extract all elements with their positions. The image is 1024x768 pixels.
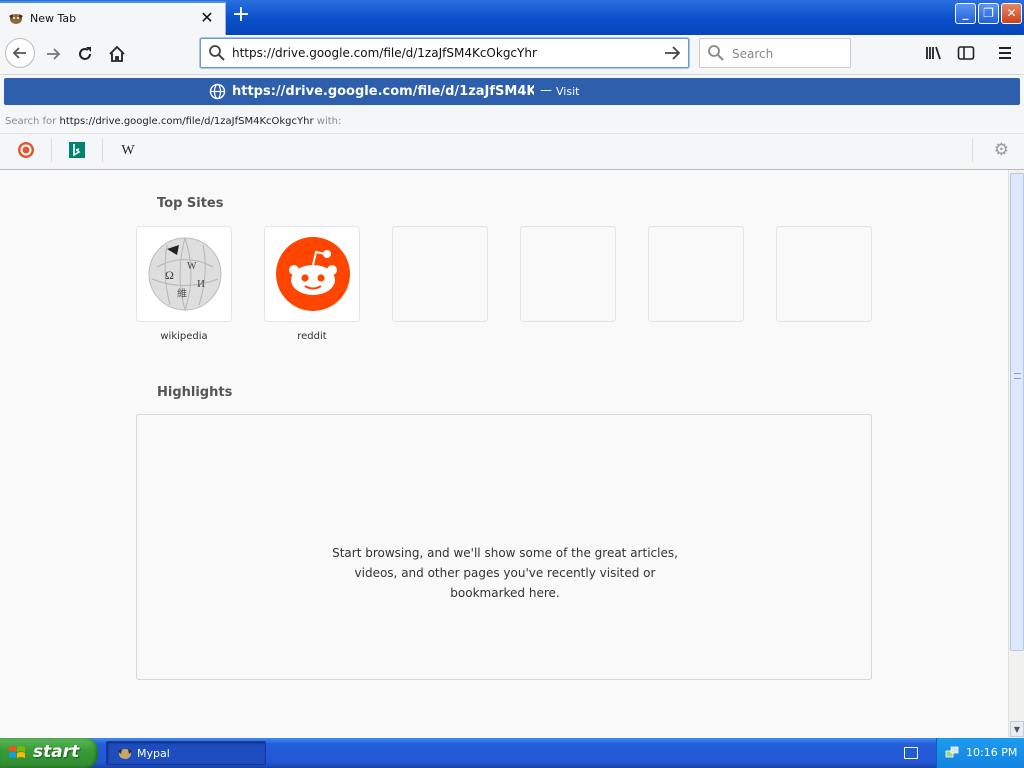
url-input-text[interactable]: https://drive.google.com/file/d/1zaJfSM4… <box>232 46 537 60</box>
home-button[interactable] <box>102 39 132 69</box>
navigation-toolbar: https://drive.google.com/file/d/1zaJfSM4… <box>0 35 1024 75</box>
url-autocomplete-popup: https://drive.google.com/file/d/1zaJfSM4… <box>0 75 1024 170</box>
taskbar-item-mypal[interactable]: Mypal <box>106 741 266 765</box>
taskbar-item-label: Mypal <box>137 747 170 760</box>
duckduckgo-icon[interactable] <box>15 141 37 161</box>
library-icon[interactable] <box>922 41 946 65</box>
mypal-icon <box>9 14 23 24</box>
taskbar: start Mypal 10:16 PM <box>0 738 1024 768</box>
search-bar[interactable]: Search <box>699 38 851 68</box>
tab-new-tab[interactable]: New Tab ✕ <box>0 1 226 35</box>
reddit-icon <box>276 237 350 311</box>
scroll-down-arrow-icon[interactable]: ▼ <box>1010 721 1024 737</box>
sidebar-icon[interactable] <box>954 41 978 65</box>
svg-text:W: W <box>187 261 197 272</box>
search-for-query: https://drive.google.com/file/d/1zaJfSM4… <box>59 116 314 127</box>
close-tab-icon[interactable]: ✕ <box>198 8 216 28</box>
url-bar[interactable]: https://drive.google.com/file/d/1zaJfSM4… <box>200 38 689 68</box>
empty-message-line: videos, and other pages you've recently … <box>354 566 656 580</box>
empty-message-line: Start browsing, and we'll show some of t… <box>332 546 678 560</box>
search-settings-gear-icon[interactable]: ⚙ <box>994 140 1009 160</box>
forward-button[interactable] <box>38 39 68 69</box>
mypal-icon <box>118 749 132 759</box>
top-site-tile-wikipedia[interactable]: Ω W И 維 <box>136 226 232 322</box>
vertical-scrollbar[interactable]: ▼ <box>1008 170 1024 738</box>
tile-label: reddit <box>297 331 327 342</box>
minimize-button[interactable]: _ <box>955 3 976 24</box>
engine-divider <box>51 138 52 162</box>
close-window-button[interactable]: ✕ <box>1001 3 1022 24</box>
new-tab-page: Top Sites Ω W И 維 wikipedia reddit Highl… <box>0 170 1008 738</box>
title-bar: New Tab ✕ + _ ❐ ✕ <box>0 0 1024 35</box>
home-icon <box>109 45 125 62</box>
windows-flag-icon <box>9 746 25 758</box>
search-for-row: Search for https://drive.google.com/file… <box>5 116 341 127</box>
wikipedia-globe-icon: Ω W И 維 <box>148 237 222 311</box>
visit-url-row[interactable]: https://drive.google.com/file/d/1zaJfSM4… <box>4 78 1020 105</box>
search-for-suffix: with: <box>316 116 342 127</box>
clock[interactable]: 10:16 PM <box>966 746 1017 759</box>
empty-message-line: bookmarked here. <box>450 586 560 600</box>
one-off-search-engines: W ⚙ <box>0 133 1024 168</box>
wikipedia-icon[interactable]: W <box>117 141 139 161</box>
window-controls: _ ❐ ✕ <box>955 3 1022 24</box>
scrollbar-grip <box>1014 373 1021 379</box>
search-for-prefix: Search for <box>5 116 57 127</box>
keyboard-icon[interactable] <box>904 747 918 759</box>
top-site-tile-empty[interactable] <box>776 226 872 322</box>
top-sites-heading: Top Sites <box>157 196 224 211</box>
go-arrow-icon[interactable] <box>662 42 682 64</box>
forward-arrow-icon <box>47 48 61 60</box>
start-button[interactable]: start <box>0 738 98 768</box>
tile-label: wikipedia <box>160 331 208 342</box>
tab-title: New Tab <box>30 12 77 25</box>
bing-icon[interactable] <box>66 141 88 161</box>
system-tray: 10:16 PM <box>936 738 1024 768</box>
highlights-heading: Highlights <box>157 385 233 400</box>
top-site-tile-empty[interactable] <box>392 226 488 322</box>
highlights-empty-message: Start browsing, and we'll show some of t… <box>137 543 873 603</box>
top-site-tile-reddit[interactable] <box>264 226 360 322</box>
svg-text:И: И <box>197 278 205 290</box>
network-icon[interactable] <box>945 745 959 759</box>
reload-icon <box>79 47 91 60</box>
separator: — <box>540 83 552 97</box>
reload-button[interactable] <box>70 39 100 69</box>
engine-divider <box>102 138 103 162</box>
search-icon <box>708 45 724 61</box>
svg-text:Ω: Ω <box>165 268 174 282</box>
engine-divider <box>972 138 973 162</box>
back-arrow-icon <box>12 47 26 59</box>
new-tab-button[interactable]: + <box>230 4 252 27</box>
start-label: start <box>33 742 80 762</box>
scrollbar-thumb[interactable] <box>1010 173 1024 651</box>
hamburger-menu-icon[interactable] <box>993 41 1017 65</box>
back-button[interactable] <box>5 38 35 68</box>
search-icon <box>209 45 225 61</box>
suggested-url: https://drive.google.com/file/d/1zaJfSM4… <box>232 84 534 99</box>
visit-label: Visit <box>556 85 580 98</box>
highlights-empty-state: Start browsing, and we'll show some of t… <box>136 414 872 680</box>
top-site-tile-empty[interactable] <box>648 226 744 322</box>
top-site-tile-empty[interactable] <box>520 226 616 322</box>
restore-button[interactable]: ❐ <box>978 3 999 24</box>
globe-icon <box>209 83 226 100</box>
svg-text:維: 維 <box>177 287 187 300</box>
search-placeholder: Search <box>732 47 774 61</box>
